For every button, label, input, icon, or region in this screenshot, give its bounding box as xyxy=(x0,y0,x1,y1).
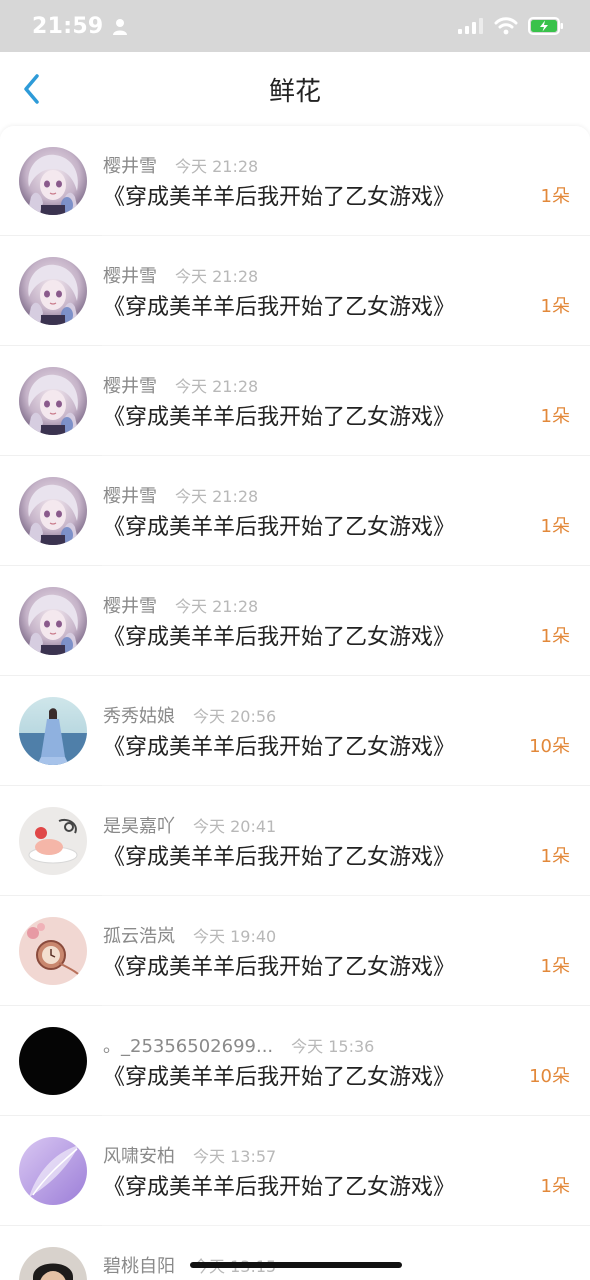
book-title: 《穿成美羊羊后我开始了乙女游戏》 xyxy=(103,405,456,430)
flower-count: 1朵 xyxy=(540,296,570,317)
list-item[interactable]: 孤云浩岚 今天 19:40 《穿成美羊羊后我开始了乙女游戏》 1朵 xyxy=(0,896,590,1006)
avatar[interactable] xyxy=(19,1027,87,1095)
list-item[interactable]: 碧桃自阳今天 13:15 xyxy=(0,1226,590,1280)
user-name[interactable]: 樱井雪 xyxy=(103,262,157,288)
book-title: 《穿成美羊羊后我开始了乙女游戏》 xyxy=(103,955,456,980)
book-title: 《穿成美羊羊后我开始了乙女游戏》 xyxy=(103,185,456,210)
list-item[interactable]: 秀秀姑娘 今天 20:56 《穿成美羊羊后我开始了乙女游戏》 10朵 xyxy=(0,676,590,786)
user-line: 樱井雪 今天 21:28 xyxy=(103,372,258,398)
avatar[interactable] xyxy=(19,697,87,765)
flower-count: 1朵 xyxy=(540,516,570,537)
avatar[interactable] xyxy=(19,1137,87,1205)
user-name[interactable]: 风啸安柏 xyxy=(103,1142,175,1168)
avatar[interactable] xyxy=(19,807,87,875)
list-item[interactable]: 樱井雪 今天 21:28 《穿成美羊羊后我开始了乙女游戏》 1朵 xyxy=(0,126,590,236)
post-time: 今天 13:57 xyxy=(193,1147,277,1166)
flower-gift-list: 樱井雪 今天 21:28 《穿成美羊羊后我开始了乙女游戏》 1朵 樱井雪 今天 21:2… xyxy=(0,126,590,1280)
avatar[interactable] xyxy=(19,587,87,655)
avatar[interactable] xyxy=(19,1247,87,1280)
user-name[interactable]: 樱井雪 xyxy=(103,372,157,398)
book-title: 《穿成美羊羊后我开始了乙女游戏》 xyxy=(103,625,456,650)
post-time: 今天 21:28 xyxy=(175,597,259,616)
user-name[interactable]: 樱井雪 xyxy=(103,592,157,618)
list-item[interactable]: 风啸安柏 今天 13:57 《穿成美羊羊后我开始了乙女游戏》 1朵 xyxy=(0,1116,590,1226)
post-time: 今天 21:28 xyxy=(175,487,259,506)
user-line: 风啸安柏 今天 13:57 xyxy=(103,1142,276,1168)
user-line: 是昊嘉吖 今天 20:41 xyxy=(103,812,276,838)
page-title: 鲜花 xyxy=(268,76,321,107)
avatar[interactable] xyxy=(19,147,87,215)
avatar[interactable] xyxy=(19,477,87,545)
post-time: 今天 20:41 xyxy=(193,817,277,836)
post-time: 今天 19:40 xyxy=(193,927,277,946)
list-item[interactable]: 樱井雪 今天 21:28 《穿成美羊羊后我开始了乙女游戏》 1朵 xyxy=(0,456,590,566)
user-line: 樱井雪 今天 21:28 xyxy=(103,482,258,508)
status-time: 21:59 xyxy=(32,13,104,39)
book-title: 《穿成美羊羊后我开始了乙女游戏》 xyxy=(103,845,456,870)
user-name[interactable]: 秀秀姑娘 xyxy=(103,702,175,728)
post-time: 今天 21:28 xyxy=(175,267,259,286)
back-button[interactable] xyxy=(14,70,50,108)
book-title: 《穿成美羊羊后我开始了乙女游戏》 xyxy=(103,735,456,760)
wifi-icon xyxy=(494,17,518,35)
book-title: 《穿成美羊羊后我开始了乙女游戏》 xyxy=(103,1175,456,1200)
user-name[interactable]: 樱井雪 xyxy=(103,482,157,508)
user-line: 樱井雪 今天 21:28 xyxy=(103,152,258,178)
list-item[interactable]: 樱井雪 今天 21:28 《穿成美羊羊后我开始了乙女游戏》 1朵 xyxy=(0,566,590,676)
avatar[interactable] xyxy=(19,257,87,325)
user-name[interactable]: 孤云浩岚 xyxy=(103,922,175,948)
flower-count: 1朵 xyxy=(540,1176,570,1197)
list-item[interactable]: 樱井雪 今天 21:28 《穿成美羊羊后我开始了乙女游戏》 1朵 xyxy=(0,346,590,456)
flower-count: 1朵 xyxy=(540,846,570,867)
battery-icon xyxy=(528,17,563,35)
flower-count: 1朵 xyxy=(540,406,570,427)
user-line: 秀秀姑娘 今天 20:56 xyxy=(103,702,276,728)
book-title: 《穿成美羊羊后我开始了乙女游戏》 xyxy=(103,295,456,320)
user-name[interactable]: 樱井雪 xyxy=(103,152,157,178)
flower-count: 10朵 xyxy=(529,736,570,757)
user-line: 樱井雪 今天 21:28 xyxy=(103,592,258,618)
user-line: 。_25356502699... 今天 15:36 xyxy=(103,1032,374,1058)
chevron-left-icon xyxy=(24,74,39,104)
avatar[interactable] xyxy=(19,367,87,435)
book-title: 《穿成美羊羊后我开始了乙女游戏》 xyxy=(103,515,456,540)
home-indicator[interactable] xyxy=(190,1262,402,1268)
list-item[interactable]: 是昊嘉吖 今天 20:41 《穿成美羊羊后我开始了乙女游戏》 1朵 xyxy=(0,786,590,896)
user-line: 孤云浩岚 今天 19:40 xyxy=(103,922,276,948)
flower-count: 1朵 xyxy=(540,956,570,977)
book-title: 《穿成美羊羊后我开始了乙女游戏》 xyxy=(103,1065,456,1090)
flower-count: 1朵 xyxy=(540,626,570,647)
post-time: 今天 20:56 xyxy=(193,707,277,726)
user-name[interactable]: 碧桃自阳 xyxy=(103,1252,175,1278)
list-item[interactable]: 。_25356502699... 今天 15:36 《穿成美羊羊后我开始了乙女游戏》… xyxy=(0,1006,590,1116)
flower-count: 1朵 xyxy=(540,186,570,207)
avatar[interactable] xyxy=(19,917,87,985)
post-time: 今天 21:28 xyxy=(175,377,259,396)
signal-icon xyxy=(458,18,483,34)
person-icon xyxy=(112,19,127,35)
user-line: 樱井雪 今天 21:28 xyxy=(103,262,258,288)
user-name[interactable]: 是昊嘉吖 xyxy=(103,812,175,838)
post-time: 今天 21:28 xyxy=(175,157,259,176)
user-name[interactable]: 。_25356502699... xyxy=(103,1032,273,1058)
status-indicators xyxy=(458,17,564,35)
nav-header: 鲜花 xyxy=(0,52,590,126)
status-bar: 21:59 xyxy=(0,0,590,52)
post-time: 今天 15:36 xyxy=(291,1037,375,1056)
list-item[interactable]: 樱井雪 今天 21:28 《穿成美羊羊后我开始了乙女游戏》 1朵 xyxy=(0,236,590,346)
flower-count: 10朵 xyxy=(529,1066,570,1087)
